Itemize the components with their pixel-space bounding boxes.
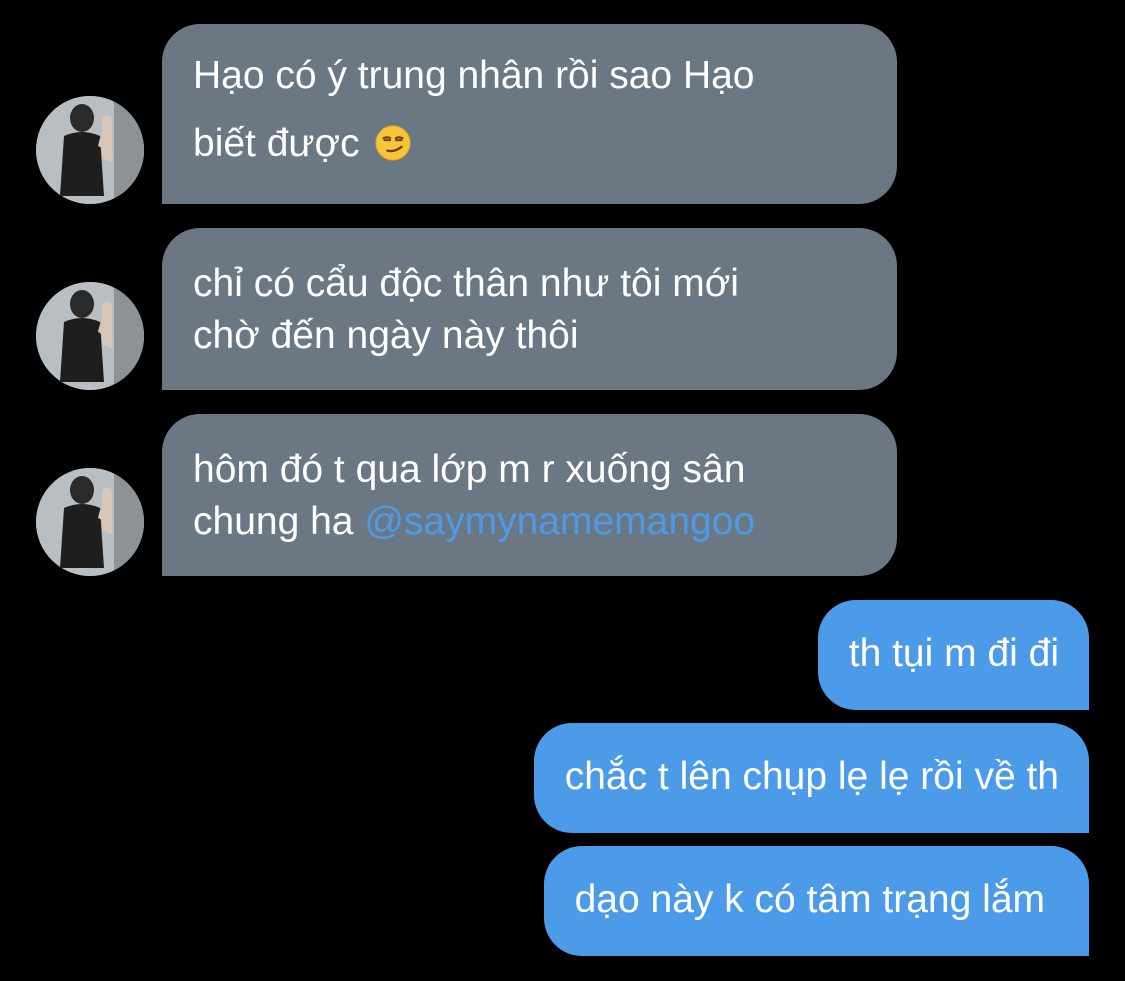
chat-conversation: Hạo có ý trung nhân rồi sao Hạo biết đượ… [0,0,1125,981]
message-line: chung ha @saymynamemangoo [193,496,867,548]
incoming-message-bubble[interactable]: hôm đó t qua lớp m r xuống sân chung ha … [162,414,897,576]
message-line: chờ đến ngày này thôi [193,314,579,357]
message-line: chỉ có cẩu độc thân như tôi mới [193,262,739,305]
outgoing-message-bubble[interactable]: dạo này k có tâm trạng lắm [543,846,1089,956]
message-text: chung ha [193,500,354,543]
message-line: hôm đó t qua lớp m r xuống sân [193,448,746,491]
message-line: chắc t lên chụp lẹ lẹ rồi về th [564,755,1059,798]
sender-avatar[interactable] [36,282,144,390]
user-mention-link[interactable]: @saymynamemangoo [364,500,755,543]
outgoing-message-bubble[interactable]: th tụi m đi đi [817,600,1089,710]
message-line: dạo này k có tâm trạng lắm [574,878,1045,921]
smirking-face-emoji-icon [375,125,412,161]
message-line: biết được [193,118,867,170]
avatar-photo-icon [36,468,144,576]
avatar-photo-icon [36,96,144,204]
incoming-message-bubble[interactable]: Hạo có ý trung nhân rồi sao Hạo biết đượ… [162,24,897,204]
avatar-photo-icon [36,282,144,390]
message-line: Hạo có ý trung nhân rồi sao Hạo [193,54,755,97]
sender-avatar[interactable] [36,468,144,576]
message-line: th tụi m đi đi [848,632,1059,675]
outgoing-message-bubble[interactable]: chắc t lên chụp lẹ lẹ rồi về th [533,723,1089,833]
incoming-message-bubble[interactable]: chỉ có cẩu độc thân như tôi mới chờ đến … [162,228,897,390]
message-text: biết được [193,122,360,165]
sender-avatar[interactable] [36,96,144,204]
